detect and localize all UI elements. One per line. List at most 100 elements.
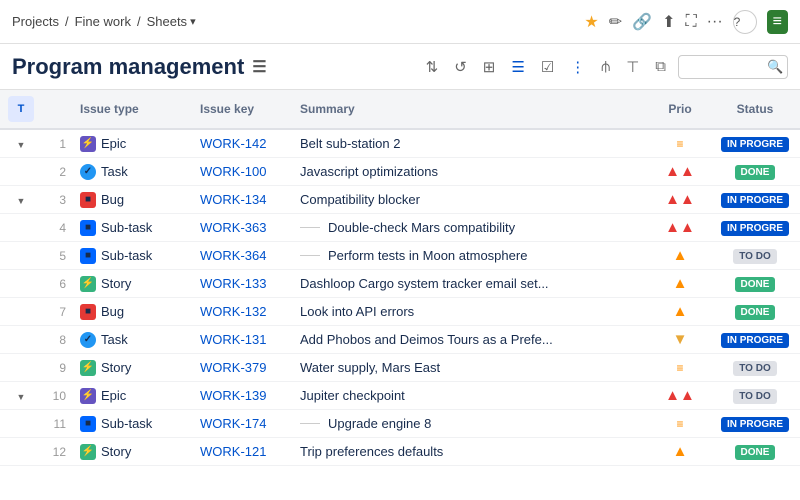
title-menu-icon[interactable]: ☰ bbox=[252, 57, 266, 77]
table-row[interactable]: 6 ⚡ Story WORK-133 Dashloop Cargo system… bbox=[0, 270, 800, 298]
filter2-icon[interactable]: ⫛ bbox=[597, 56, 614, 77]
expand-button[interactable]: ⛶ bbox=[685, 13, 696, 31]
row-number: 6 bbox=[42, 270, 72, 298]
issue-key-cell[interactable]: WORK-139 bbox=[192, 382, 292, 410]
prio-cell: ≡ bbox=[650, 129, 710, 158]
issue-key-cell[interactable]: WORK-142 bbox=[192, 129, 292, 158]
issue-key-cell[interactable]: WORK-134 bbox=[192, 186, 292, 214]
top-icons: ★ ✏ 🔗 ⬆ ⛶ ··· ? ≡ bbox=[584, 10, 788, 34]
search-box[interactable]: 🔍 bbox=[678, 55, 788, 79]
type-icon: ⚡ bbox=[80, 136, 96, 152]
prio-medium-icon: ▲ bbox=[673, 275, 688, 292]
upload-button[interactable]: ⬆ bbox=[662, 12, 675, 32]
chevron-down-icon: ▾ bbox=[190, 15, 196, 28]
expand-icon[interactable]: ▼ bbox=[17, 140, 26, 150]
prio-cell: ▲▲ bbox=[650, 158, 710, 186]
status-cell: DONE bbox=[710, 158, 800, 186]
summary-text: Javascript optimizations bbox=[300, 164, 438, 179]
prio-high-icon: ▲▲ bbox=[665, 387, 695, 404]
type-icon: ⚡ bbox=[80, 444, 96, 460]
row-number: 2 bbox=[42, 158, 72, 186]
issue-key-cell[interactable]: WORK-131 bbox=[192, 326, 292, 354]
prio-cell: ▲ bbox=[650, 270, 710, 298]
issue-key-cell[interactable]: WORK-363 bbox=[192, 214, 292, 242]
breadcrumb-projects[interactable]: Projects bbox=[12, 14, 59, 29]
issue-type-cell: ✓ Task bbox=[72, 326, 192, 354]
logo-button[interactable]: ≡ bbox=[767, 10, 788, 34]
prio-cell: ≡ bbox=[650, 410, 710, 438]
summary-text: Perform tests in Moon atmosphere bbox=[328, 248, 527, 263]
col-summary: Summary bbox=[292, 90, 650, 129]
table-row[interactable]: 9 ⚡ Story WORK-379 Water supply, Mars Ea… bbox=[0, 354, 800, 382]
summary-text: Look into API errors bbox=[300, 304, 414, 319]
prio-high-icon: ▲▲ bbox=[665, 191, 695, 208]
prio-equal-icon: ≡ bbox=[676, 361, 683, 375]
row-number: 11 bbox=[42, 410, 72, 438]
col-status: Status bbox=[710, 90, 800, 129]
breadcrumb-fine-work[interactable]: Fine work bbox=[75, 14, 131, 29]
row-number: 5 bbox=[42, 242, 72, 270]
issue-key-cell[interactable]: WORK-174 bbox=[192, 410, 292, 438]
table-row[interactable]: 7 ■ Bug WORK-132 Look into API errors ▲ … bbox=[0, 298, 800, 326]
issue-key-cell[interactable]: WORK-121 bbox=[192, 438, 292, 466]
type-icon: ⚡ bbox=[80, 388, 96, 404]
col-prio: Prio bbox=[650, 90, 710, 129]
summary-text: Upgrade engine 8 bbox=[328, 416, 431, 431]
row-expand-cell: ▼ bbox=[0, 129, 42, 158]
breadcrumb-sheets[interactable]: Sheets ▾ bbox=[147, 14, 196, 29]
table-row[interactable]: ▼ 10 ⚡ Epic WORK-139 Jupiter checkpoint … bbox=[0, 382, 800, 410]
edit-button[interactable]: ✏ bbox=[609, 12, 622, 32]
expand-icon[interactable]: ▼ bbox=[17, 392, 26, 402]
type-label: Epic bbox=[101, 136, 126, 151]
status-cell: IN PROGRE bbox=[710, 326, 800, 354]
columns-icon[interactable]: ⊤ bbox=[622, 56, 643, 78]
table-row[interactable]: 5 ■ Sub-task WORK-364 Perform tests in M… bbox=[0, 242, 800, 270]
issue-key-cell[interactable]: WORK-364 bbox=[192, 242, 292, 270]
row-number: 10 bbox=[42, 382, 72, 410]
row-number: 3 bbox=[42, 186, 72, 214]
type-icon: ✓ bbox=[80, 332, 96, 348]
issue-type-cell: ⚡ Story bbox=[72, 438, 192, 466]
export-icon[interactable]: ⧉ bbox=[651, 56, 670, 77]
prio-cell: ▲ bbox=[650, 438, 710, 466]
indent-line bbox=[300, 423, 320, 424]
expand-icon[interactable]: ▼ bbox=[17, 196, 26, 206]
sort-icon[interactable]: ⇅ bbox=[422, 56, 443, 78]
type-label: Sub-task bbox=[101, 416, 152, 431]
table-row[interactable]: ▼ 1 ⚡ Epic WORK-142 Belt sub-station 2 ≡… bbox=[0, 129, 800, 158]
status-badge: IN PROGRE bbox=[721, 137, 789, 152]
col-num bbox=[42, 90, 72, 129]
type-label: Task bbox=[101, 332, 128, 347]
issue-key-cell[interactable]: WORK-379 bbox=[192, 354, 292, 382]
row-expand-cell bbox=[0, 298, 42, 326]
search-input[interactable] bbox=[687, 59, 767, 74]
refresh-icon[interactable]: ↺ bbox=[450, 56, 471, 78]
issue-key-cell[interactable]: WORK-133 bbox=[192, 270, 292, 298]
table-row[interactable]: ▼ 3 ■ Bug WORK-134 Compatibility blocker… bbox=[0, 186, 800, 214]
row-number: 1 bbox=[42, 129, 72, 158]
issue-key-cell[interactable]: WORK-100 bbox=[192, 158, 292, 186]
filter-icon[interactable]: T bbox=[8, 96, 34, 122]
checklist-icon[interactable]: ☑ bbox=[537, 56, 558, 78]
table-row[interactable]: 11 ■ Sub-task WORK-174 Upgrade engine 8 … bbox=[0, 410, 800, 438]
table-row[interactable]: 4 ■ Sub-task WORK-363 Double-check Mars … bbox=[0, 214, 800, 242]
title-bar: Program management ☰ ⇅ ↺ ⊞ ☰ ☑ ⋮ ⫛ ⊤ ⧉ 🔍 bbox=[0, 44, 800, 90]
list-icon[interactable]: ☰ bbox=[507, 56, 528, 78]
star-button[interactable]: ★ bbox=[584, 12, 598, 32]
prio-cell: ▲ bbox=[650, 242, 710, 270]
help-button[interactable]: ? bbox=[733, 10, 757, 34]
more-button[interactable]: ··· bbox=[707, 13, 723, 31]
row-expand-cell bbox=[0, 158, 42, 186]
table-row[interactable]: 12 ⚡ Story WORK-121 Trip preferences def… bbox=[0, 438, 800, 466]
grid-icon[interactable]: ⊞ bbox=[479, 56, 500, 78]
issue-type-cell: ✓ Task bbox=[72, 158, 192, 186]
table-row[interactable]: 8 ✓ Task WORK-131 Add Phobos and Deimos … bbox=[0, 326, 800, 354]
sep2: / bbox=[137, 14, 141, 29]
status-badge: IN PROGRE bbox=[721, 193, 789, 208]
share-button[interactable]: 🔗 bbox=[632, 12, 652, 32]
hierarchy-icon[interactable]: ⋮ bbox=[566, 56, 589, 78]
table-row[interactable]: 2 ✓ Task WORK-100 Javascript optimizatio… bbox=[0, 158, 800, 186]
issue-key-cell[interactable]: WORK-132 bbox=[192, 298, 292, 326]
row-number: 12 bbox=[42, 438, 72, 466]
indent-line bbox=[300, 255, 320, 256]
